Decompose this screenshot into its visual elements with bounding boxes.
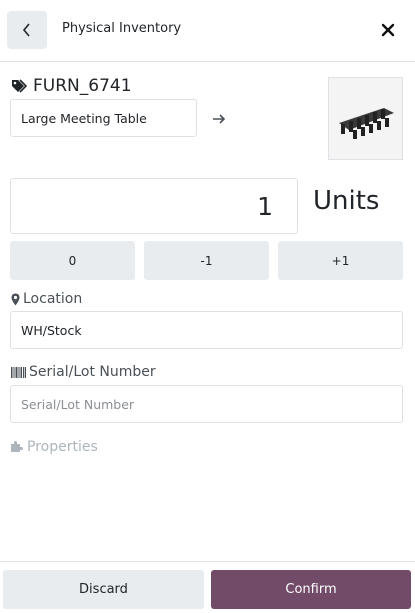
decrement-button[interactable]: -1 xyxy=(144,241,269,280)
product-link-button[interactable] xyxy=(210,110,228,128)
location-label-text: Location xyxy=(23,291,83,307)
lot-label-text: Serial/Lot Number xyxy=(29,364,156,380)
set-zero-button[interactable]: 0 xyxy=(10,241,135,280)
page-title: Physical Inventory xyxy=(62,21,182,36)
properties-label[interactable]: Properties xyxy=(10,439,98,455)
location-field[interactable]: WH/Stock xyxy=(10,311,403,349)
chevron-left-icon xyxy=(22,23,30,37)
discard-button[interactable]: Discard xyxy=(3,570,204,609)
arrow-right-icon xyxy=(213,114,226,124)
uom-label: Units xyxy=(313,186,380,216)
product-code-row: FURN_6741 xyxy=(11,76,132,96)
product-code: FURN_6741 xyxy=(33,76,132,96)
map-marker-icon xyxy=(11,293,20,305)
back-button[interactable] xyxy=(7,11,47,49)
increment-button[interactable]: +1 xyxy=(278,241,403,280)
properties-label-text: Properties xyxy=(27,439,98,455)
location-label: Location xyxy=(11,291,82,307)
meeting-table-image xyxy=(329,78,402,159)
close-button[interactable] xyxy=(376,18,400,42)
product-image[interactable] xyxy=(328,77,403,160)
puzzle-icon xyxy=(11,441,23,452)
barcode-icon xyxy=(11,366,26,378)
tags-icon xyxy=(12,79,28,93)
confirm-button[interactable]: Confirm xyxy=(211,570,411,609)
lot-label: Serial/Lot Number xyxy=(11,364,156,380)
close-icon xyxy=(381,23,395,37)
quantity-input[interactable]: 1 xyxy=(10,178,298,234)
product-name-field[interactable]: Large Meeting Table xyxy=(10,99,197,137)
serial-lot-input[interactable]: Serial/Lot Number xyxy=(10,385,403,423)
